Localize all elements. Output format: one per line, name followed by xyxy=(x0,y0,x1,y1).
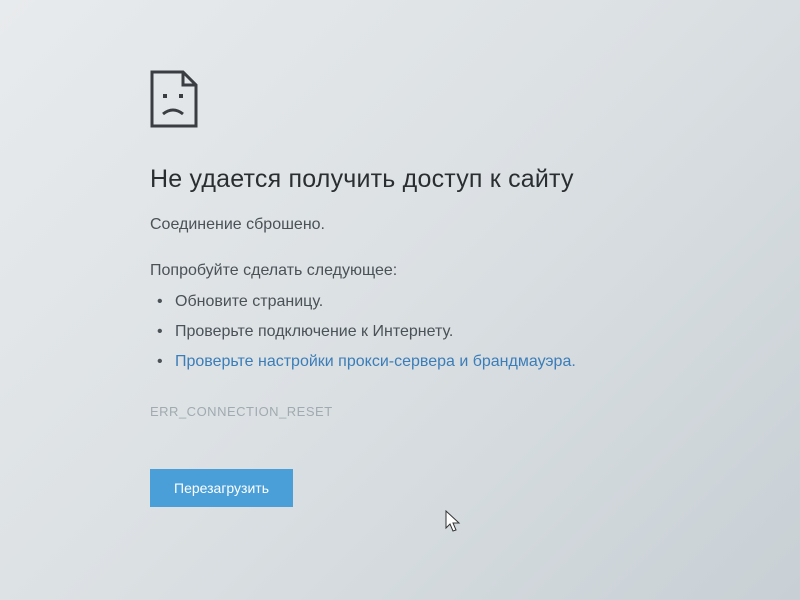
error-page-container: Не удается получить доступ к сайту Соеди… xyxy=(0,0,600,507)
suggestion-item: Проверьте подключение к Интернету. xyxy=(175,320,600,344)
error-subtitle: Соединение сброшено. xyxy=(150,216,600,234)
suggestions-list: Обновите страницу. Проверьте подключение… xyxy=(150,290,600,374)
reload-button[interactable]: Перезагрузить xyxy=(150,469,293,507)
suggestions-label: Попробуйте сделать следующее: xyxy=(150,262,600,280)
sad-page-icon xyxy=(150,70,200,130)
error-title: Не удается получить доступ к сайту xyxy=(150,165,600,194)
suggestion-item: Обновите страницу. xyxy=(175,290,600,314)
cursor-icon xyxy=(445,510,463,539)
suggestion-proxy-link[interactable]: Проверьте настройки прокси-сервера и бра… xyxy=(175,350,600,374)
error-code: ERR_CONNECTION_RESET xyxy=(150,404,600,419)
